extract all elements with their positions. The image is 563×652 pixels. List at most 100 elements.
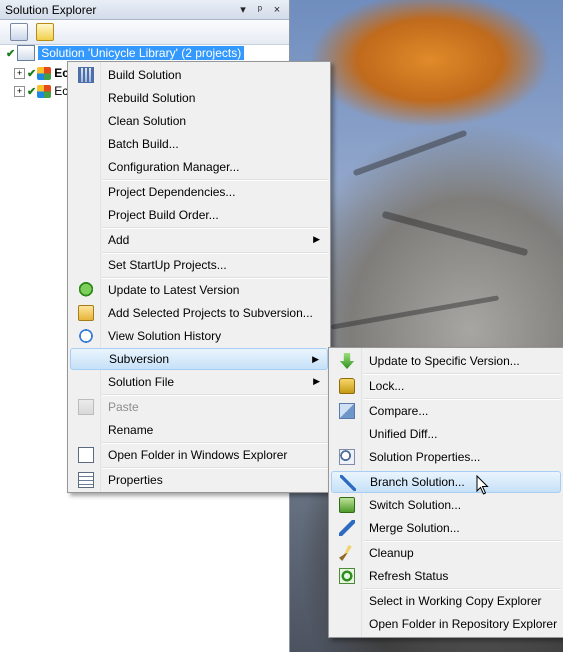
menu-item-open-in-repository-explorer[interactable]: Open Folder in Repository Explorer (331, 613, 561, 635)
expand-icon[interactable]: + (14, 85, 25, 97)
menu-item-label: Add (108, 233, 130, 247)
menu-item-label: Set StartUp Projects... (108, 258, 227, 272)
menu-item-refresh-status[interactable]: Refresh Status (331, 565, 561, 587)
tree-row-project[interactable]: + ✔ Ec (14, 82, 68, 100)
menu-item-label: Branch Solution... (370, 475, 465, 489)
solution-icon (17, 45, 36, 61)
close-icon[interactable]: × (270, 4, 284, 16)
tree-row-project[interactable]: + ✔ Ec (14, 64, 69, 82)
add-folder-icon (78, 305, 94, 321)
menu-item-set-startup-projects[interactable]: Set StartUp Projects... (70, 254, 328, 276)
menu-item-add-to-subversion[interactable]: Add Selected Projects to Subversion... (70, 302, 328, 324)
menu-item-branch-solution[interactable]: Branch Solution... (331, 471, 561, 493)
menu-item-label: Add Selected Projects to Subversion... (108, 306, 313, 320)
branch-icon (340, 475, 356, 491)
menu-item-label: Unified Diff... (369, 427, 438, 441)
menu-item-label: Project Dependencies... (108, 185, 236, 199)
menu-item-label: Solution File (108, 375, 175, 389)
menu-item-label: Configuration Manager... (108, 160, 240, 174)
menu-item-update-to-specific-version[interactable]: Update to Specific Version... (331, 350, 561, 372)
lock-icon (339, 378, 355, 394)
compare-icon (339, 403, 355, 419)
menu-item-solution-properties[interactable]: Solution Properties... (331, 446, 561, 468)
menu-item-merge-solution[interactable]: Merge Solution... (331, 517, 561, 539)
history-icon (78, 328, 94, 344)
paste-icon (78, 399, 94, 415)
menu-item-select-in-working-copy[interactable]: Select in Working Copy Explorer (331, 590, 561, 612)
checkmark-icon: ✔ (27, 67, 37, 80)
checkmark-icon: ✔ (27, 85, 37, 98)
switch-icon (339, 497, 355, 513)
build-icon (78, 67, 94, 83)
menu-item-label: Switch Solution... (369, 498, 462, 512)
subversion-submenu: Update to Specific Version... Lock... Co… (328, 347, 563, 638)
update-icon (78, 282, 94, 298)
menu-item-label: Cleanup (369, 546, 414, 560)
menu-item-view-solution-history[interactable]: View Solution History (70, 325, 328, 347)
menu-item-configuration-manager[interactable]: Configuration Manager... (70, 156, 328, 178)
solution-explorer-titlebar: Solution Explorer ▾ ᵖ × (0, 0, 289, 20)
solution-explorer-toolbar (0, 20, 289, 45)
menu-item-open-folder[interactable]: Open Folder in Windows Explorer (70, 444, 328, 466)
tree-row-solution[interactable]: ✔ Solution 'Unicycle Library' (2 project… (6, 44, 245, 62)
menu-item-batch-build[interactable]: Batch Build... (70, 133, 328, 155)
merge-icon (339, 520, 355, 536)
menu-item-label: Paste (108, 400, 139, 414)
menu-item-label: Select in Working Copy Explorer (369, 594, 542, 608)
broom-icon (339, 545, 352, 561)
menu-item-label: Build Solution (108, 68, 182, 82)
solution-properties-icon (339, 449, 355, 465)
menu-item-label: View Solution History (108, 329, 222, 343)
menu-item-rename[interactable]: Rename (70, 419, 328, 441)
menu-item-label: Rebuild Solution (108, 91, 196, 105)
menu-item-update-to-latest[interactable]: Update to Latest Version (70, 279, 328, 301)
mouse-pointer-icon (476, 475, 489, 495)
menu-item-label: Compare... (369, 404, 429, 418)
pin-icon[interactable]: ᵖ (253, 4, 267, 16)
menu-item-add[interactable]: Add ▶ (70, 229, 328, 251)
menu-item-label: Solution Properties... (369, 450, 481, 464)
menu-item-rebuild-solution[interactable]: Rebuild Solution (70, 87, 328, 109)
menu-item-solution-file[interactable]: Solution File ▶ (70, 371, 328, 393)
menu-item-properties[interactable]: Properties (70, 469, 328, 491)
show-all-files-icon[interactable] (36, 23, 54, 41)
menu-item-switch-solution[interactable]: Switch Solution... (331, 494, 561, 516)
menu-item-label: Open Folder in Repository Explorer (369, 617, 558, 631)
menu-item-label: Rename (108, 423, 154, 437)
submenu-arrow-icon: ▶ (313, 234, 320, 244)
checkmark-icon: ✔ (6, 47, 16, 60)
menu-item-clean-solution[interactable]: Clean Solution (70, 110, 328, 132)
menu-item-label: Lock... (369, 379, 405, 393)
menu-item-unified-diff[interactable]: Unified Diff... (331, 423, 561, 445)
menu-item-label: Properties (108, 473, 163, 487)
menu-item-compare[interactable]: Compare... (331, 400, 561, 422)
menu-item-paste[interactable]: Paste (70, 396, 328, 418)
solution-node-label: Solution 'Unicycle Library' (2 projects) (38, 46, 245, 60)
dropdown-arrow-icon[interactable]: ▾ (236, 3, 250, 16)
properties-icon (78, 472, 94, 488)
solution-context-menu: Build Solution Rebuild Solution Clean So… (67, 61, 331, 493)
open-folder-icon (78, 447, 94, 463)
expand-icon[interactable]: + (14, 67, 25, 79)
menu-item-project-build-order[interactable]: Project Build Order... (70, 204, 328, 226)
menu-item-label: Update to Specific Version... (369, 354, 520, 368)
refresh-icon (339, 568, 355, 584)
menu-item-cleanup[interactable]: Cleanup (331, 542, 561, 564)
menu-item-label: Open Folder in Windows Explorer (108, 448, 288, 462)
project-icon (37, 84, 52, 98)
project-icon (37, 66, 52, 80)
menu-item-project-dependencies[interactable]: Project Dependencies... (70, 181, 328, 203)
menu-item-label: Project Build Order... (108, 208, 219, 222)
properties-toolbar-icon[interactable] (10, 23, 28, 41)
menu-item-build-solution[interactable]: Build Solution (70, 64, 328, 86)
update-down-icon (339, 353, 355, 369)
menu-item-label: Clean Solution (108, 114, 187, 128)
menu-item-label: Subversion (109, 352, 170, 366)
menu-item-label: Refresh Status (369, 569, 449, 583)
menu-item-lock[interactable]: Lock... (331, 375, 561, 397)
submenu-arrow-icon: ▶ (313, 376, 320, 386)
submenu-arrow-icon: ▶ (312, 354, 319, 364)
menu-item-subversion[interactable]: Subversion ▶ (70, 348, 328, 370)
menu-item-label: Update to Latest Version (108, 283, 240, 297)
menu-item-label: Batch Build... (108, 137, 179, 151)
